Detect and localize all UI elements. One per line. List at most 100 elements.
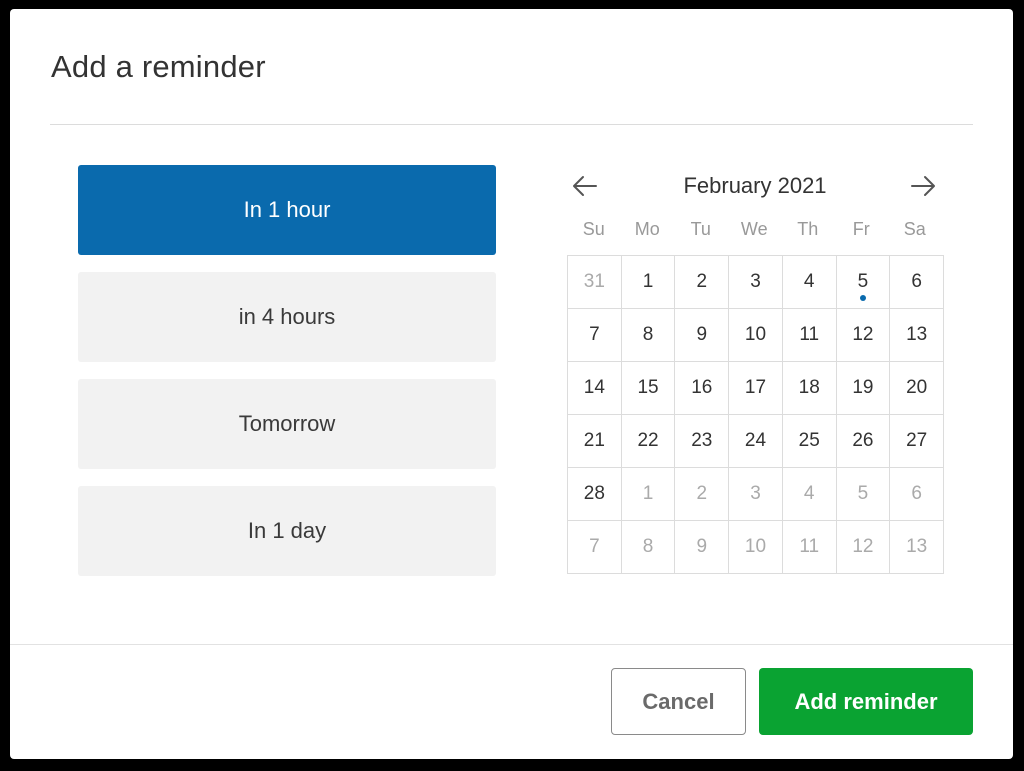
calendar-day[interactable]: 22 (621, 415, 676, 468)
calendar-day[interactable]: 27 (890, 415, 944, 468)
calendar-day-label: 8 (642, 536, 654, 557)
calendar-day-label: 7 (589, 536, 600, 557)
calendar-day-label: 10 (744, 324, 767, 345)
calendar-day[interactable]: 15 (621, 362, 676, 415)
weekday-label: Fr (852, 219, 870, 239)
calendar-day[interactable]: 28 (568, 468, 622, 521)
calendar-day[interactable]: 12 (836, 521, 891, 574)
dialog-title: Add a reminder (51, 49, 266, 84)
calendar-day-label: 25 (798, 430, 820, 451)
calendar-day-label: 2 (696, 271, 708, 292)
month-label: February 2021 (683, 173, 827, 198)
calendar-day-label: 9 (696, 536, 708, 557)
calendar-day-label: 15 (637, 377, 659, 398)
calendar-day-label: 5 (857, 271, 869, 292)
weekday-label: Sa (903, 219, 926, 239)
calendar-day-grid: 31 1 2 3 4 5 6 7 8 9 10 11 12 13 14 15 16 17 18 19 20 21 22 23 2… (567, 255, 944, 574)
calendar-day[interactable]: 23 (675, 415, 730, 468)
add-reminder-dialog: Add a reminder In 1 hour in 4 hours Tomo… (10, 9, 1013, 759)
calendar-day[interactable]: 12 (836, 309, 891, 362)
calendar-day-label: 4 (803, 483, 815, 504)
cancel-button[interactable]: Cancel (611, 668, 746, 735)
calendar-day[interactable]: 21 (568, 415, 622, 468)
weekday-label: Th (797, 219, 819, 239)
calendar-day[interactable]: 1 (621, 468, 676, 521)
calendar-day-label: 3 (750, 271, 761, 292)
calendar-day-label: 6 (911, 271, 922, 292)
option-in-1-hour[interactable]: In 1 hour (78, 165, 496, 255)
calendar-day-label: 10 (744, 536, 767, 557)
calendar-day-label: 12 (852, 324, 874, 345)
calendar-day[interactable]: 4 (782, 256, 837, 309)
calendar-day[interactable]: 5 (836, 468, 891, 521)
calendar-day-label: 23 (691, 430, 713, 451)
footer-divider (10, 644, 1013, 645)
calendar-day-label: 3 (750, 483, 761, 504)
calendar-day-label: 13 (906, 536, 928, 557)
calendar-day[interactable]: 6 (890, 256, 944, 309)
calendar-day[interactable]: 9 (675, 521, 730, 574)
calendar-day[interactable]: 10 (729, 521, 783, 574)
calendar-day-label: 11 (799, 536, 820, 557)
weekday-label: Mo (634, 219, 660, 239)
weekday-label: Tu (690, 219, 711, 239)
calendar-day[interactable]: 9 (675, 309, 730, 362)
calendar-day[interactable]: 2 (675, 256, 730, 309)
weekday-label: We (740, 219, 768, 239)
calendar-day-label: 17 (744, 377, 767, 398)
calendar-day-label: 20 (906, 377, 928, 398)
arrow-right-icon[interactable] (908, 173, 938, 199)
calendar-day-label: 9 (696, 324, 708, 345)
calendar-day-label: 16 (691, 377, 713, 398)
calendar-day-label: 11 (799, 324, 820, 345)
calendar-day[interactable]: 3 (729, 256, 783, 309)
calendar-day[interactable]: 18 (782, 362, 837, 415)
calendar-day[interactable]: 6 (890, 468, 944, 521)
calendar-day[interactable]: 20 (890, 362, 944, 415)
calendar-day-label: 18 (798, 377, 820, 398)
calendar-day-label: 7 (589, 324, 600, 345)
add-reminder-button[interactable]: Add reminder (759, 668, 973, 735)
calendar-day[interactable]: 24 (729, 415, 783, 468)
calendar-day-label: 6 (911, 483, 922, 504)
option-in-1-day[interactable]: In 1 day (78, 486, 496, 576)
calendar-header: February 2021 (567, 169, 943, 203)
quick-options-list: In 1 hour in 4 hours Tomorrow In 1 day (78, 165, 496, 593)
calendar-day-label: 19 (852, 377, 874, 398)
calendar-day-label: 31 (583, 271, 605, 292)
calendar-day[interactable]: 8 (621, 309, 676, 362)
calendar-day-label: 14 (583, 377, 605, 398)
calendar-day[interactable]: 11 (782, 521, 837, 574)
weekday-header: Su Mo Tu We Th Fr Sa (567, 219, 943, 240)
calendar-day[interactable]: 16 (675, 362, 730, 415)
calendar: February 2021 Su Mo Tu We Th Fr Sa 31 1 2 3… (567, 169, 944, 574)
header-divider (50, 124, 973, 125)
calendar-day-label: 2 (696, 483, 708, 504)
calendar-day[interactable]: 11 (782, 309, 837, 362)
calendar-day[interactable]: 7 (568, 521, 622, 574)
calendar-day[interactable]: 13 (890, 309, 944, 362)
calendar-day[interactable]: 31 (568, 256, 622, 309)
calendar-day[interactable]: 17 (729, 362, 783, 415)
reminder-marker-dot (859, 295, 866, 301)
calendar-day[interactable]: 2 (675, 468, 730, 521)
calendar-day[interactable]: 25 (782, 415, 837, 468)
calendar-day[interactable]: 3 (729, 468, 783, 521)
calendar-day[interactable]: 8 (621, 521, 676, 574)
calendar-day-label: 1 (642, 483, 654, 504)
calendar-day[interactable]: 10 (729, 309, 783, 362)
calendar-day[interactable]: 4 (782, 468, 837, 521)
calendar-day-label: 28 (583, 483, 605, 504)
calendar-day[interactable]: 7 (568, 309, 622, 362)
calendar-day[interactable]: 13 (890, 521, 944, 574)
calendar-day[interactable]: 19 (836, 362, 891, 415)
calendar-day-label: 27 (906, 430, 928, 451)
option-tomorrow[interactable]: Tomorrow (78, 379, 496, 469)
option-in-4-hours[interactable]: in 4 hours (78, 272, 496, 362)
calendar-day[interactable]: 1 (621, 256, 676, 309)
calendar-day-label: 24 (744, 430, 767, 451)
calendar-day-label: 8 (642, 324, 654, 345)
calendar-day[interactable]: 14 (568, 362, 622, 415)
calendar-day[interactable]: 26 (836, 415, 891, 468)
calendar-day[interactable]: 5 (836, 256, 891, 309)
